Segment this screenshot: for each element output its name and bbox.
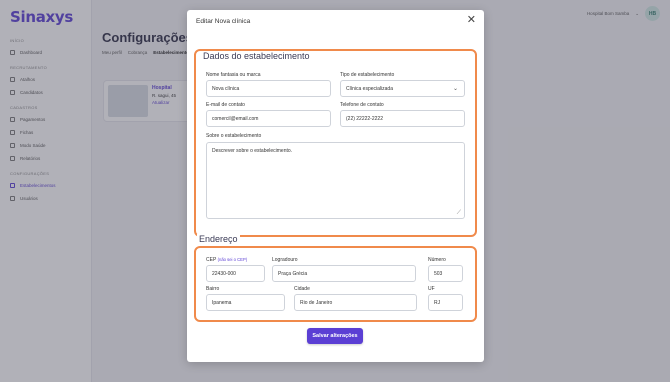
cep-label-text: CEP: [206, 257, 217, 263]
phone-value: (22) 22222-2222: [346, 115, 383, 122]
establishment-section-title: Dados do estabelecimento: [203, 51, 310, 61]
type-select[interactable]: Clínica especializada ⌄: [340, 80, 465, 97]
city-label: Cidade: [294, 286, 310, 292]
city-value: Rio de Janeiro: [300, 299, 333, 306]
name-field[interactable]: Nova clínica: [206, 80, 331, 97]
modal-title: Editar Nova clínica: [196, 18, 251, 25]
district-value: Ipanema: [212, 299, 232, 306]
address-section-title: Endereço: [197, 234, 240, 244]
about-value: Descrever sobre o estabelecimento.: [212, 148, 293, 154]
phone-label: Telefone de contato: [340, 102, 384, 108]
cep-label: CEP (não sei o CEP): [206, 257, 247, 263]
chevron-down-icon: ⌄: [452, 86, 458, 92]
resize-handle-icon[interactable]: ⟋: [457, 210, 461, 217]
establishment-section: Dados do estabelecimento Nome fantasia o…: [194, 49, 477, 237]
email-label: E-mail de contato: [206, 102, 245, 108]
edit-clinic-modal: Editar Nova clínica ✕ Dados do estabelec…: [187, 10, 484, 362]
type-label: Tipo de estabelecimento: [340, 72, 395, 78]
save-button[interactable]: Salvar alterações: [307, 328, 363, 344]
cep-field[interactable]: 22430-000: [206, 265, 265, 282]
district-label: Bairro: [206, 286, 220, 292]
address-section: CEP (não sei o CEP) 22430-000 Logradouro…: [194, 246, 477, 322]
street-field[interactable]: Praça Grécia: [272, 265, 416, 282]
number-label: Número: [428, 257, 446, 263]
cep-value: 22430-000: [212, 270, 236, 277]
street-value: Praça Grécia: [278, 270, 308, 277]
type-value: Clínica especializada: [346, 85, 393, 92]
cep-help-link[interactable]: (não sei o CEP): [218, 257, 248, 262]
name-label: Nome fantasia ou marca: [206, 72, 261, 78]
uf-field[interactable]: RJ: [428, 294, 463, 311]
number-field[interactable]: 503: [428, 265, 463, 282]
email-field[interactable]: comercil@email.com: [206, 110, 331, 127]
about-label: Sobre o estabelecimento: [206, 133, 262, 139]
about-textarea[interactable]: Descrever sobre o estabelecimento. ⟋: [206, 142, 465, 219]
name-value: Nova clínica: [212, 85, 240, 92]
uf-value: RJ: [434, 299, 441, 306]
email-value: comercil@email.com: [212, 115, 259, 122]
city-field[interactable]: Rio de Janeiro: [294, 294, 417, 311]
district-field[interactable]: Ipanema: [206, 294, 285, 311]
street-label: Logradouro: [272, 257, 298, 263]
phone-field[interactable]: (22) 22222-2222: [340, 110, 465, 127]
close-icon[interactable]: ✕: [467, 15, 476, 26]
number-value: 503: [434, 270, 443, 277]
uf-label: UF: [428, 286, 435, 292]
